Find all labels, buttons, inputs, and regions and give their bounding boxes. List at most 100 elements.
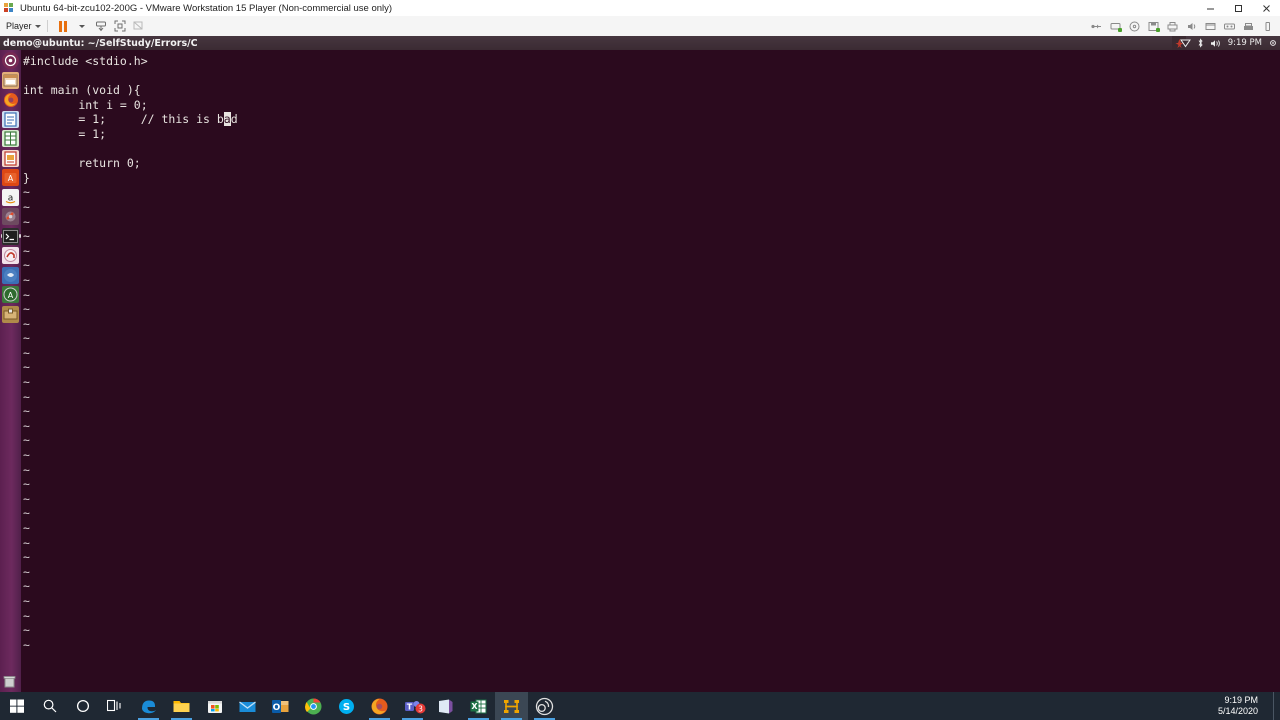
vim-empty-line: ~ [23,360,30,375]
search-button[interactable] [33,692,66,720]
network-adapter-icon[interactable] [1107,18,1124,34]
dash-home-icon [2,52,19,69]
launcher-ubuntu-software[interactable]: A [1,168,20,187]
code-line-5: = 1; // this is bad [21,112,1280,127]
vmware-logo-icon [4,2,15,14]
printer-icon[interactable] [1164,18,1181,34]
task-view-button[interactable] [99,692,132,720]
panel-clock[interactable]: 9:19 PM [1228,38,1262,48]
pause-dropdown[interactable] [73,18,92,34]
volume-icon[interactable] [1210,39,1222,48]
start-button[interactable] [0,692,33,720]
launcher-remmina[interactable] [1,266,20,285]
launcher-files[interactable] [1,71,20,90]
launcher-libreoffice-calc[interactable] [1,129,20,148]
launcher-libreoffice-impress[interactable] [1,149,20,168]
display-icon[interactable] [1202,18,1219,34]
sound-icon[interactable] [1183,18,1200,34]
vim-empty-line: ~ [23,331,30,346]
ubuntu-software-icon: A [2,169,19,186]
launcher-libreoffice-writer[interactable] [1,110,20,129]
restore-button[interactable] [1224,0,1252,16]
clock-date: 5/14/2020 [1217,706,1258,716]
launcher-amazon[interactable]: a [1,188,20,207]
show-desktop-button[interactable] [1273,692,1280,720]
cd-dvd-icon[interactable] [1126,18,1143,34]
minimize-button[interactable] [1196,0,1224,16]
player-menu-button[interactable]: Player [6,21,41,31]
player-menu-label: Player [6,21,32,31]
pause-button[interactable] [54,18,73,34]
libreoffice-writer-icon [2,110,19,128]
svg-text:T: T [407,702,413,711]
taskbar-excel[interactable]: X [462,692,495,720]
launcher-firefox[interactable] [1,90,20,109]
vim-editor[interactable]: #include <stdio.h> int main (void ){ int… [21,50,1280,692]
taskbar-edge[interactable] [132,692,165,720]
vim-empty-line: ~ [23,608,30,623]
taskbar-firefox[interactable] [363,692,396,720]
taskbar-teams[interactable]: T 3 [396,692,429,720]
usb-icon[interactable] [1088,18,1105,34]
vim-empty-line: ~ [23,623,30,638]
code-line-5-pre: = 1; // this is b [23,112,224,127]
launcher-text-editor[interactable]: A [1,285,20,304]
messaging-icon[interactable] [1179,39,1191,48]
archive-manager-icon [2,305,19,323]
camera-icon[interactable] [1221,18,1238,34]
launcher-dash-home[interactable] [1,51,20,70]
vim-empty-line: ~ [23,418,30,433]
launcher-system-settings[interactable] [1,207,20,226]
toolbar-divider [46,20,48,32]
amazon-icon: a [2,188,19,206]
launcher-archive-manager[interactable] [1,305,20,324]
files-icon [2,71,19,89]
vim-empty-line: ~ [23,506,30,521]
unity-launcher: A a A [0,50,22,692]
fullscreen-button[interactable] [111,18,130,34]
vm-guest-screen: demo@ubuntu: ~/SelfStudy/Errors/C 9:19 P… [0,36,1280,692]
code-line-6: = 1; [23,126,107,141]
send-ctrl-alt-del-button[interactable] [92,18,111,34]
pause-icon [59,20,68,32]
vim-empty-line: ~ [23,316,30,331]
taskbar-obs[interactable] [528,692,561,720]
vim-empty-line: ~ [23,448,30,463]
taskbar-onenote[interactable] [429,692,462,720]
hard-disk-icon[interactable] [1240,18,1257,34]
launcher-trash[interactable] [1,673,18,690]
vim-empty-line: ~ [23,185,30,200]
gear-icon[interactable] [1268,38,1278,48]
taskbar-file-explorer[interactable] [165,692,198,720]
bluetooth-icon[interactable] [1197,38,1204,48]
vmware-toolbar: Player [0,16,1280,37]
vim-empty-line: ~ [23,579,30,594]
close-button[interactable] [1252,0,1280,16]
vim-empty-line: ~ [23,462,30,477]
taskbar-vmware[interactable] [495,692,528,720]
cortana-button[interactable] [66,692,99,720]
vim-empty-line: ~ [23,637,30,652]
vim-empty-line: ~ [23,593,30,608]
taskbar-skype[interactable]: S [330,692,363,720]
taskbar-mail[interactable] [231,692,264,720]
vim-empty-line: ~ [23,375,30,390]
svg-text:O: O [273,702,281,712]
vim-empty-lines: ~ ~ ~ ~ ~ ~ ~ ~ ~ ~ ~ ~ ~ ~ ~ ~ ~ ~ ~ ~ ~ ~ ~ ~ ~ ~ ~ ~ ~ ~ ~ ~ [21,185,1280,652]
battery-icon[interactable] [1259,18,1276,34]
teams-badge-count: 3 [418,704,423,713]
floppy-icon[interactable] [1145,18,1162,34]
launcher-help[interactable] [1,246,20,265]
taskbar-outlook[interactable]: O [264,692,297,720]
vmware-device-tray [1088,16,1276,36]
taskbar-microsoft-store[interactable] [198,692,231,720]
taskbar-chrome[interactable] [297,692,330,720]
launcher-terminal[interactable] [0,227,21,246]
chevron-down-icon [34,24,41,28]
vim-empty-line: ~ [23,491,30,506]
vim-empty-line: ~ [23,258,30,273]
unity-mode-button[interactable] [130,18,149,34]
taskbar-clock[interactable]: 9:19 PM 5/14/2020 [1218,692,1258,720]
terminal-window-title: demo@ubuntu: ~/SelfStudy/Errors/C [3,37,198,49]
